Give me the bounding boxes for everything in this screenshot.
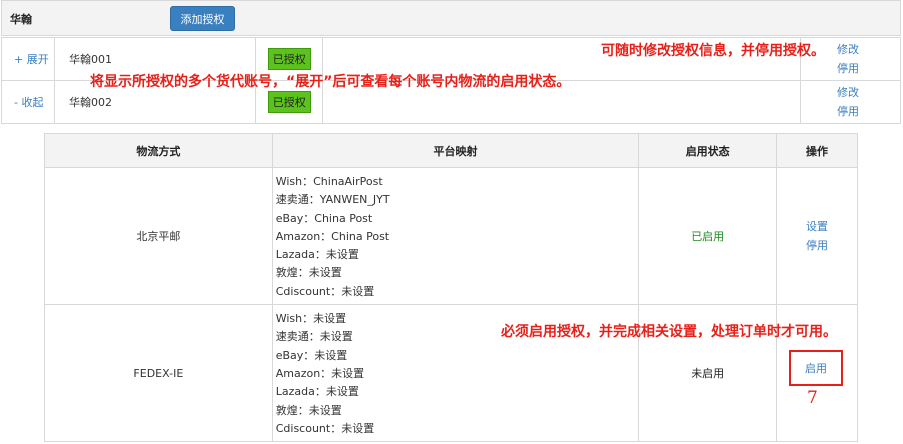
authorized-badge: 已授权 xyxy=(267,48,311,70)
mapping-line: Cdiscount：未设置 xyxy=(275,284,375,298)
annotation-expand: 将显示所授权的多个货代账号，“展开”后可查看每个账号内物流的启用状态。 xyxy=(90,74,571,90)
enable-button[interactable]: 启用 xyxy=(789,350,843,386)
provider-title: 华翰 xyxy=(10,13,32,26)
logistics-row: 北京平邮 Wish：ChinaAirPost 速卖通：YANWEN_JYT eB… xyxy=(44,166,858,306)
expand-link[interactable]: + 展开 xyxy=(1,37,55,81)
collapse-link[interactable]: - 收起 xyxy=(1,80,55,124)
add-authorization-button[interactable]: 添加授权 xyxy=(170,6,235,31)
provider-header xyxy=(1,0,901,36)
mapping-line: Lazada：未设置 xyxy=(275,385,359,399)
status-enabled: 已启用 xyxy=(638,166,778,306)
account-ops: 修改 停用 xyxy=(800,80,901,124)
step-number: 7 xyxy=(807,388,818,408)
logistics-ops: 设置 停用 xyxy=(776,166,858,306)
column-header-status: 启用状态 xyxy=(638,133,778,168)
mapping-line: Lazada：未设置 xyxy=(275,248,359,262)
column-header-method: 物流方式 xyxy=(44,133,273,168)
mapping-line: 敦煌：未设置 xyxy=(275,403,342,417)
column-header-ops: 操作 xyxy=(776,133,858,168)
logistics-table: 物流方式 平台映射 启用状态 操作 北京平邮 Wish：ChinaAirPost… xyxy=(44,133,858,443)
mapping-line: Wish：ChinaAirPost xyxy=(275,175,383,188)
mapping-line: Amazon：未设置 xyxy=(275,366,365,380)
annotation-modify: 可随时修改授权信息，并停用授权。 xyxy=(601,43,825,59)
platform-mapping: Wish：ChinaAirPost 速卖通：YANWEN_JYT eBay：Ch… xyxy=(271,166,640,306)
disable-link[interactable]: 停用 xyxy=(777,236,857,255)
logistics-method: FEDEX-IE xyxy=(44,304,273,443)
mapping-line: 敦煌：未设置 xyxy=(275,266,342,280)
mapping-line: 速卖通：YANWEN_JYT xyxy=(275,193,390,207)
mapping-line: eBay：China Post xyxy=(275,211,373,225)
modify-link[interactable]: 修改 xyxy=(837,40,900,59)
annotation-enable: 必须启用授权，并完成相关设置，处理订单时才可用。 xyxy=(501,324,837,340)
mapping-line: Cdiscount：未设置 xyxy=(275,421,375,435)
disable-link[interactable]: 停用 xyxy=(837,102,900,121)
disable-link[interactable]: 停用 xyxy=(837,59,900,78)
mapping-line: eBay：未设置 xyxy=(275,348,348,362)
logistics-method: 北京平邮 xyxy=(44,166,273,306)
authorized-badge: 已授权 xyxy=(267,91,311,113)
settings-link[interactable]: 设置 xyxy=(777,217,857,236)
logistics-header-row: 物流方式 平台映射 启用状态 操作 xyxy=(44,133,858,168)
column-header-mapping: 平台映射 xyxy=(271,133,640,168)
modify-link[interactable]: 修改 xyxy=(837,83,900,102)
mapping-line: Amazon：China Post xyxy=(275,229,390,243)
